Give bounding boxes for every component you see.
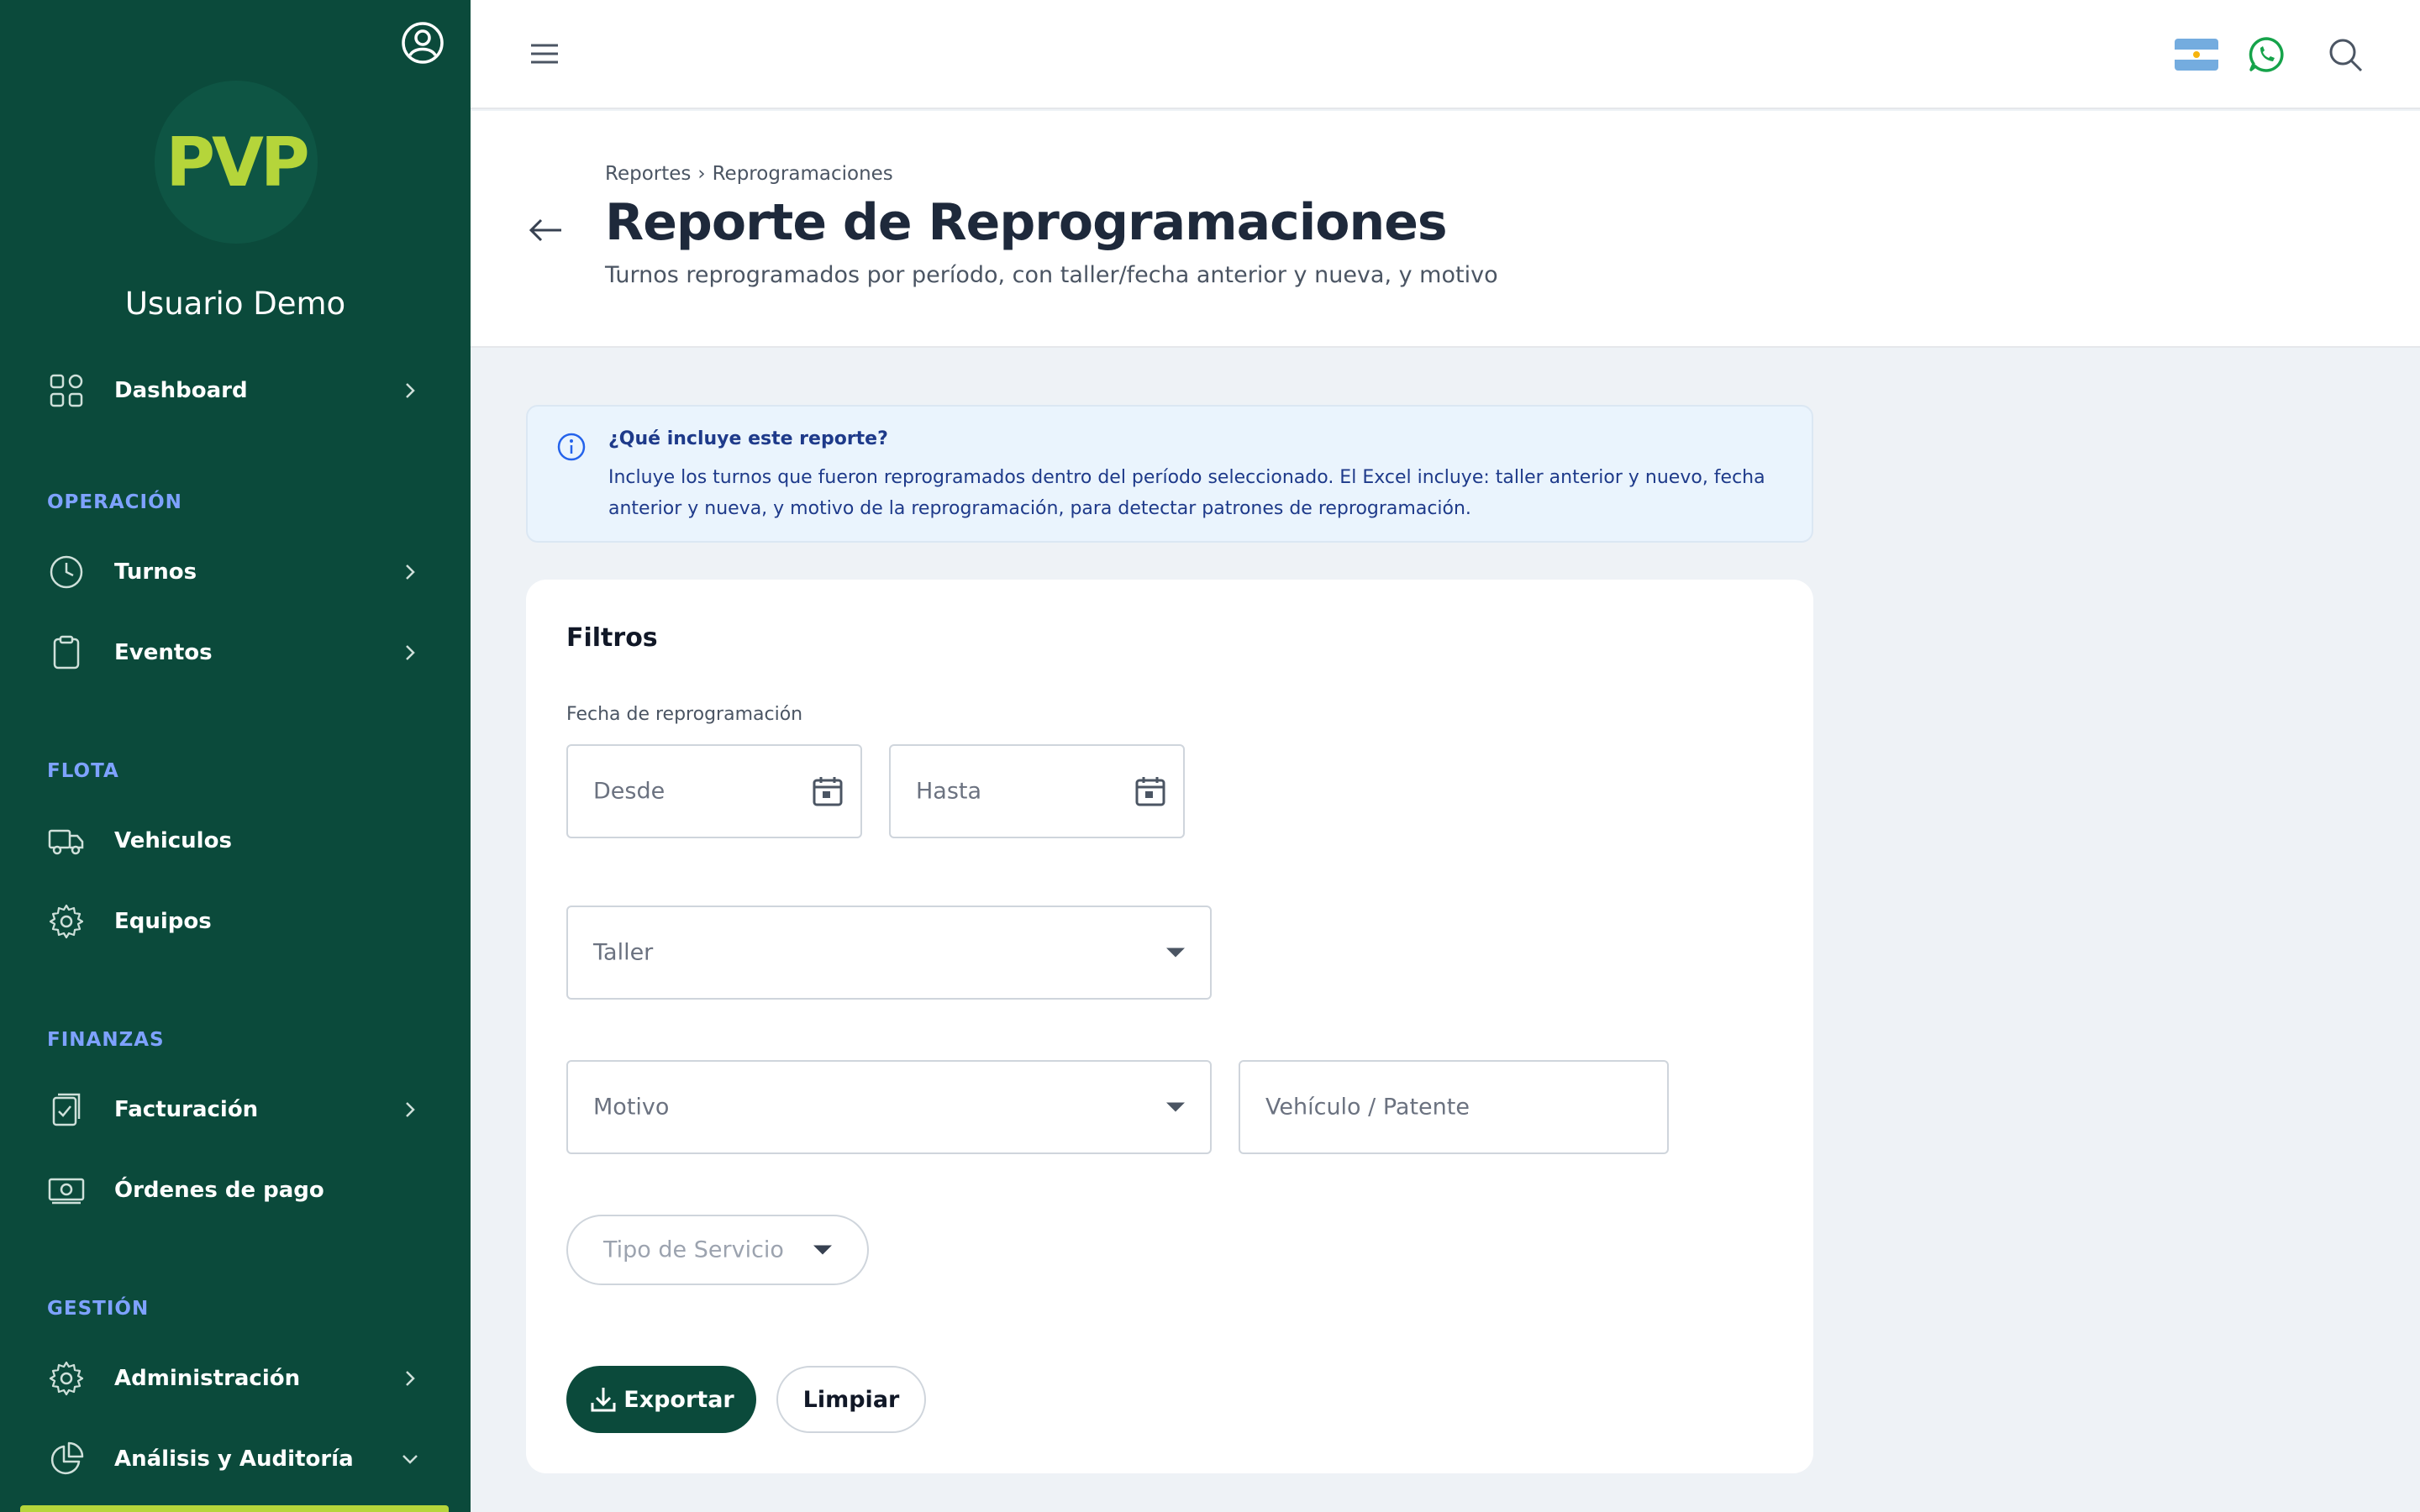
whatsapp-icon[interactable] [2247, 35, 2286, 74]
truck-icon [48, 829, 84, 855]
page-subtitle: Turnos reprogramados por período, con ta… [605, 262, 1498, 288]
invoice-icon [52, 1093, 81, 1126]
calendar-icon[interactable] [810, 774, 845, 809]
section-label-operacion: OPERACIÓN [47, 491, 182, 513]
section-label-gestion: GESTIÓN [47, 1298, 150, 1320]
taller-select[interactable]: Taller [566, 906, 1212, 1000]
sidebar-item-label: Vehiculos [114, 828, 232, 853]
sidebar-item-turnos[interactable]: Turnos [0, 538, 471, 606]
info-box: ¿Qué incluye este reporte? Incluye los t… [526, 405, 1813, 543]
banknote-icon [48, 1178, 85, 1205]
info-icon [557, 433, 586, 461]
sidebar: PVP Usuario Demo Dashboard OPERACIÓN Tur… [0, 0, 471, 1512]
sidebar-item-dashboard[interactable]: Dashboard [0, 357, 471, 424]
breadcrumb-separator: › [697, 163, 706, 185]
info-body: Incluye los turnos que fueron reprograma… [608, 467, 1765, 519]
sidebar-item-label: Facturación [114, 1097, 259, 1122]
chevron-right-icon [406, 1102, 415, 1117]
filters-title: Filtros [566, 623, 658, 653]
breadcrumb: Reportes › Reprogramaciones [605, 163, 893, 185]
filters-card: Filtros Fecha de reprogramación Desde Ha… [526, 580, 1813, 1473]
hamburger-menu-icon[interactable] [528, 37, 561, 71]
chevron-down-icon [402, 1455, 418, 1464]
search-icon[interactable] [2326, 35, 2365, 74]
date-range-label: Fecha de reprogramación [566, 704, 803, 725]
section-label-finanzas: FINANZAS [47, 1029, 165, 1051]
info-heading: ¿Qué incluye este reporte? [608, 428, 888, 449]
export-button[interactable]: Exportar [566, 1366, 756, 1433]
clipboard-icon [53, 635, 80, 669]
sidebar-item-label: Eventos [114, 640, 213, 665]
page-header: Reportes › Reprogramaciones Reporte de Rep… [471, 111, 2420, 348]
clear-label: Limpiar [802, 1386, 900, 1413]
sidebar-item-facturacion[interactable]: Facturación [0, 1076, 471, 1143]
sidebar-item-administracion[interactable]: Administración [0, 1345, 471, 1412]
logo-text: PVP [166, 123, 309, 202]
chevron-right-icon [406, 645, 415, 660]
sidebar-item-eventos[interactable]: Eventos [0, 619, 471, 686]
sidebar-item-ordenes-de-pago[interactable]: Órdenes de pago [0, 1157, 471, 1224]
sidebar-item-label: Dashboard [114, 378, 248, 403]
sidebar-item-equipos[interactable]: Equipos [0, 888, 471, 955]
motivo-placeholder: Motivo [593, 1094, 670, 1121]
breadcrumb-item-reportes[interactable]: Reportes [605, 163, 691, 185]
tipo-servicio-select[interactable]: Tipo de Servicio [566, 1215, 869, 1285]
sidebar-item-label: Administración [114, 1366, 301, 1391]
date-to-field[interactable]: Hasta [889, 744, 1185, 838]
chevron-right-icon [406, 383, 415, 398]
page-title: Reporte de Reprogramaciones [605, 193, 1448, 252]
export-label: Exportar [623, 1386, 734, 1413]
company-logo: PVP [155, 81, 318, 244]
user-name: Usuario Demo [124, 286, 346, 322]
section-label-flota: FLOTA [47, 760, 119, 782]
caret-down-icon [813, 1245, 832, 1255]
active-item-indicator [20, 1505, 449, 1512]
chevron-right-icon [406, 564, 415, 580]
clock-icon [50, 555, 83, 589]
date-to-placeholder: Hasta [916, 778, 982, 805]
date-from-placeholder: Desde [593, 778, 666, 805]
motivo-select[interactable]: Motivo [566, 1060, 1212, 1154]
arrow-left-icon[interactable] [526, 210, 566, 250]
sidebar-item-label: Equipos [114, 909, 212, 934]
pie-chart-icon [50, 1441, 84, 1475]
caret-down-icon [1166, 948, 1185, 958]
argentina-flag-icon[interactable] [2175, 39, 2218, 71]
chevron-right-icon [406, 1371, 415, 1386]
breadcrumb-item-reprogramaciones: Reprogramaciones [712, 163, 893, 185]
vehiculo-placeholder: Vehículo / Patente [1265, 1094, 1470, 1121]
gear-icon [49, 904, 84, 939]
user-circle-icon[interactable] [400, 20, 445, 66]
taller-placeholder: Taller [593, 939, 654, 966]
sidebar-item-label: Órdenes de pago [114, 1178, 324, 1203]
calendar-icon[interactable] [1133, 774, 1168, 809]
topbar [471, 0, 2420, 109]
clear-button[interactable]: Limpiar [776, 1366, 926, 1433]
date-from-field[interactable]: Desde [566, 744, 862, 838]
sidebar-item-vehiculos[interactable]: Vehiculos [0, 807, 471, 874]
grid-icon [50, 374, 83, 407]
caret-down-icon [1166, 1102, 1185, 1112]
sidebar-item-label: Turnos [114, 559, 197, 585]
tipo-servicio-placeholder: Tipo de Servicio [603, 1236, 784, 1263]
sidebar-item-analisis-auditoria[interactable]: Análisis y Auditoría [0, 1425, 471, 1493]
gear-icon [49, 1361, 84, 1396]
vehiculo-patente-input[interactable]: Vehículo / Patente [1239, 1060, 1669, 1154]
sidebar-item-label: Análisis y Auditoría [114, 1446, 354, 1472]
download-icon [591, 1388, 616, 1412]
